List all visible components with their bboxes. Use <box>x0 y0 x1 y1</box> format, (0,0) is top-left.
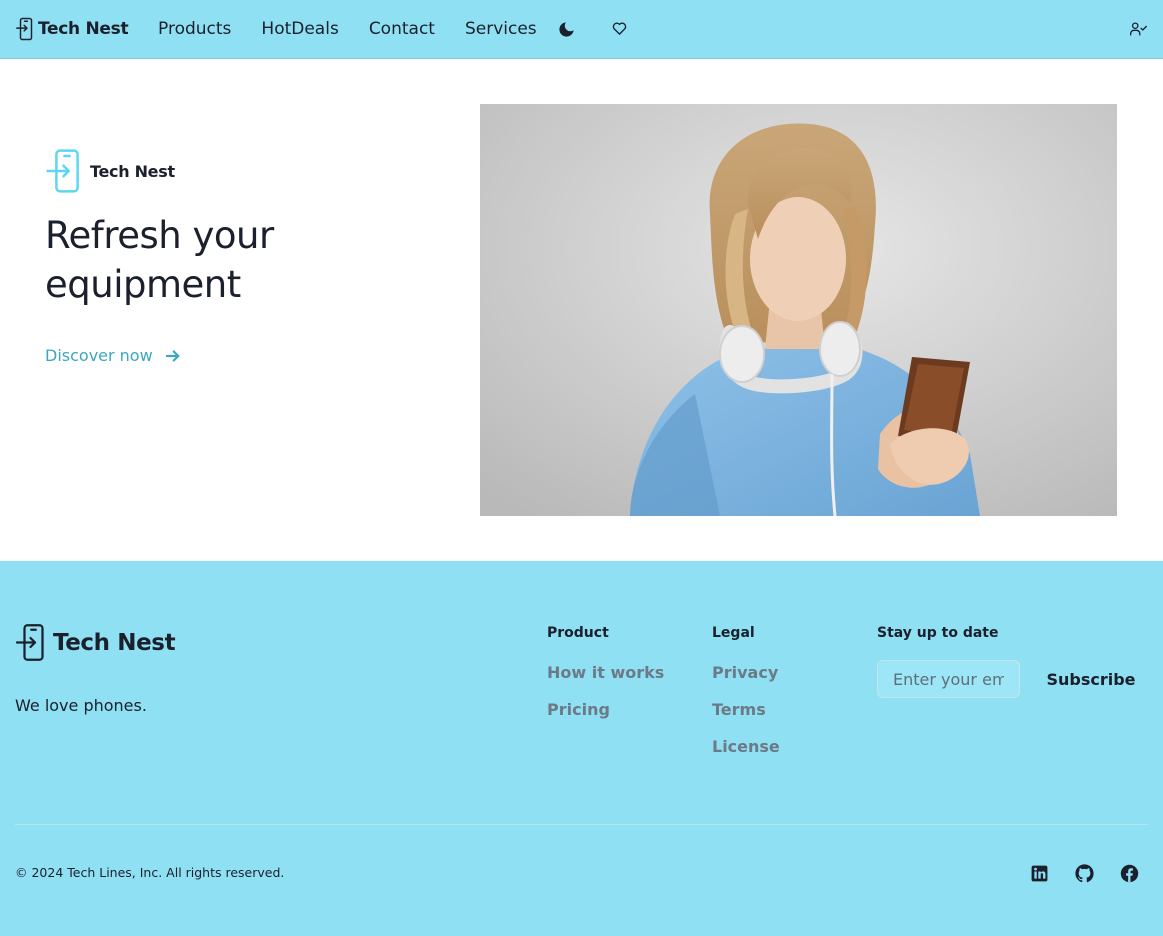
footer-link-pricing[interactable]: Pricing <box>547 700 664 719</box>
phone-logo-icon <box>15 624 44 661</box>
navbar: Tech Nest Products HotDeals Contact Serv… <box>0 0 1163 59</box>
nav-brand-name: Tech Nest <box>38 19 129 39</box>
user-check-icon[interactable] <box>1130 21 1147 37</box>
nav-link-products[interactable]: Products <box>158 19 231 39</box>
footer-divider <box>15 824 1148 825</box>
hero-logo: Tech Nest <box>45 148 175 194</box>
heart-icon[interactable] <box>612 21 627 36</box>
nav-links: Products HotDeals Contact Services <box>158 19 537 39</box>
phone-logo-icon <box>46 149 79 193</box>
footer-link-privacy[interactable]: Privacy <box>712 663 780 682</box>
footer-brand-name: Tech Nest <box>53 629 176 656</box>
hero-logo-name: Tech Nest <box>90 161 175 181</box>
footer-link-terms[interactable]: Terms <box>712 700 780 719</box>
newsletter-title: Stay up to date <box>877 625 999 641</box>
nav-link-services[interactable]: Services <box>465 19 537 39</box>
footer-brand[interactable]: Tech Nest <box>15 623 176 662</box>
footer-legal-title: Legal <box>712 625 755 641</box>
phone-logo-icon <box>16 17 33 41</box>
discover-now-link[interactable]: Discover now <box>45 346 182 365</box>
hero-title: Refresh your equipment <box>45 214 274 306</box>
linkedin-icon[interactable] <box>1030 864 1049 883</box>
moon-icon[interactable] <box>557 20 576 39</box>
arrow-right-icon <box>165 349 180 362</box>
nav-link-contact[interactable]: Contact <box>369 19 435 39</box>
newsletter-email-input[interactable] <box>877 660 1020 698</box>
copyright: © 2024 Tech Lines, Inc. All rights reser… <box>15 865 285 880</box>
footer: Tech Nest We love phones. Product How it… <box>0 561 1163 936</box>
footer-tagline: We love phones. <box>15 696 147 715</box>
nav-brand[interactable]: Tech Nest <box>15 17 129 41</box>
subscribe-button[interactable]: Subscribe <box>1036 660 1146 698</box>
footer-product-column: Product How it works Pricing <box>547 625 664 737</box>
woman-with-phone-photo <box>480 104 1117 516</box>
facebook-icon[interactable] <box>1120 864 1139 883</box>
footer-link-license[interactable]: License <box>712 737 780 756</box>
footer-product-title: Product <box>547 625 609 641</box>
discover-now-label: Discover now <box>45 346 153 365</box>
footer-legal-column: Legal Privacy Terms License <box>712 625 780 774</box>
github-icon[interactable] <box>1075 864 1094 883</box>
hero-image <box>480 104 1117 516</box>
nav-link-hotdeals[interactable]: HotDeals <box>261 19 338 39</box>
footer-link-how-it-works[interactable]: How it works <box>547 663 664 682</box>
